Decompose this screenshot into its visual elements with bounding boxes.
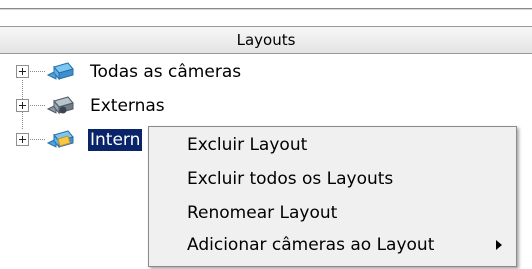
expand-icon[interactable]	[16, 133, 29, 146]
menu-item-excluir-todos[interactable]: Excluir todos os Layouts	[151, 164, 514, 194]
top-divider-shadow	[0, 9, 532, 10]
menu-item-label: Adicionar câmeras ao Layout	[187, 235, 435, 255]
menu-item-label: Renomear Layout	[187, 203, 338, 223]
camera-icon	[46, 62, 74, 81]
expand-icon[interactable]	[16, 99, 29, 112]
panel-title: Layouts	[236, 31, 296, 49]
tree-connector	[30, 139, 46, 140]
submenu-arrow-icon	[496, 240, 502, 250]
tree-item-label: Intern	[88, 129, 143, 151]
menu-item-label: Excluir Layout	[187, 135, 308, 155]
tree-item-label: Todas as câmeras	[90, 62, 242, 82]
tree-item[interactable]: Todas as câmeras	[0, 58, 400, 86]
expand-icon[interactable]	[16, 65, 29, 78]
panel-header: Layouts	[0, 26, 532, 54]
camera-icon	[46, 130, 74, 149]
tree-connector	[30, 71, 46, 72]
tree-item-label: Externas	[90, 96, 165, 116]
menu-item-excluir-layout[interactable]: Excluir Layout	[151, 130, 514, 160]
tree-item[interactable]: Externas	[0, 92, 400, 120]
camera-icon	[46, 96, 74, 115]
tree-connector	[30, 105, 46, 106]
menu-item-adicionar-cameras[interactable]: Adicionar câmeras ao Layout	[151, 230, 514, 260]
menu-item-renomear-layout[interactable]: Renomear Layout	[151, 198, 514, 228]
context-menu: Excluir Layout Excluir todos os Layouts …	[148, 126, 517, 267]
menu-item-label: Excluir todos os Layouts	[187, 169, 394, 189]
